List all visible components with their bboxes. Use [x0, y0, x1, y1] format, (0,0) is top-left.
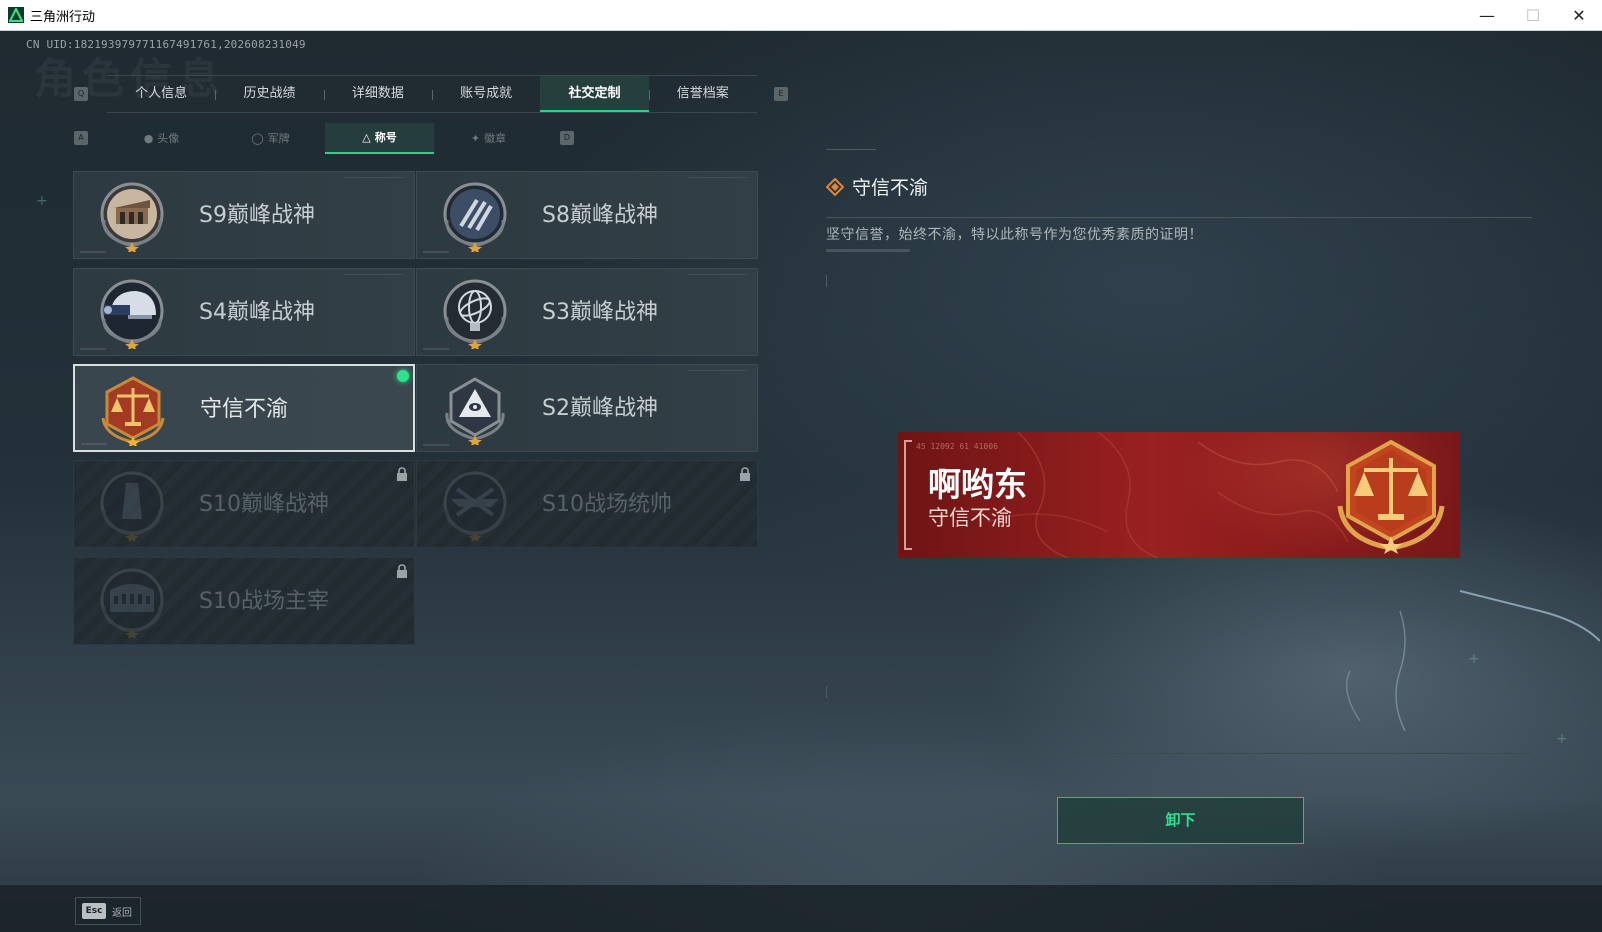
subtab-avatar[interactable]: ● 头像 — [107, 123, 216, 154]
minimize-button[interactable]: — — [1464, 0, 1510, 31]
arch-gate-emblem-icon — [100, 182, 164, 252]
tab-match-history[interactable]: 历史战绩 — [215, 76, 323, 112]
detail-title: 守信不渝 — [852, 177, 929, 199]
subtab-title[interactable]: △ 称号 — [325, 123, 434, 154]
namecard-serial: 45 12092 61 41006 — [916, 442, 998, 451]
window-title: 三角洲行动 — [30, 9, 96, 25]
lightning-decor — [1345, 590, 1600, 732]
title-label: S2巅峰战神 — [542, 396, 658, 421]
back-label: 返回 — [112, 907, 132, 919]
subtab-emblem[interactable]: ✦ 徽章 — [434, 123, 543, 154]
lock-icon — [397, 467, 407, 481]
title-label: S3巅峰战神 — [542, 300, 658, 325]
title-triangle-icon: △ — [362, 130, 371, 144]
dogtag-icon: ◯ — [251, 131, 264, 145]
night-vision-helmet-emblem-icon — [100, 279, 164, 349]
title-card-selected[interactable]: 守信不渝 — [73, 364, 415, 452]
divider — [826, 217, 1532, 218]
key-hint-e: E — [774, 87, 788, 101]
unequip-button[interactable]: 卸下 — [1057, 797, 1304, 844]
emblem-icon: ✦ — [470, 131, 481, 145]
main-tab-bar: 个人信息 历史战绩 详细数据 账号成就 社交定制 信誉档案 — [107, 75, 757, 113]
armillary-globe-emblem-icon — [443, 279, 507, 349]
justice-scales-emblem-icon — [1337, 439, 1445, 554]
title-card[interactable]: S2巅峰战神 — [416, 364, 758, 452]
equipped-indicator — [397, 370, 409, 382]
lock-icon — [740, 467, 750, 481]
title-card[interactable]: S9巅峰战神 — [73, 171, 415, 259]
tab-achievements[interactable]: 账号成就 — [431, 76, 540, 112]
title-card[interactable]: S8巅峰战神 — [416, 171, 758, 259]
tab-social-custom[interactable]: 社交定制 — [540, 76, 649, 112]
close-button[interactable]: ✕ — [1556, 0, 1602, 31]
title-label: S10战场统帅 — [542, 492, 672, 517]
uid-label: CN UID:18219397977116749176​1,2026082310… — [26, 38, 306, 51]
title-card[interactable]: S4巅峰战神 — [73, 268, 415, 356]
key-hint-a: A — [74, 131, 88, 145]
title-card-locked[interactable]: S10巅峰战神 — [73, 460, 415, 548]
tower-emblem-icon — [100, 471, 164, 541]
key-hint-d: D — [560, 131, 574, 145]
title-card-locked[interactable]: S10战场主宰 — [73, 557, 415, 645]
game-viewport: 角色信息 CN UID:18219397977116749176​1,20260… — [0, 31, 1602, 932]
diamond-marker-icon — [826, 177, 844, 196]
tab-detailed-stats[interactable]: 详细数据 — [323, 76, 432, 112]
title-label: S10战场主宰 — [199, 589, 329, 614]
player-name: 啊哟东 — [928, 465, 1027, 504]
detail-description: 坚守信誉，始终不渝，特以此称号作为您优秀素质的证明！ — [826, 227, 1203, 243]
title-label: S9巅峰战神 — [199, 203, 315, 228]
sub-tab-bar: ● 头像 ◯ 军牌 △ 称号 ✦ 徽章 — [107, 123, 543, 154]
key-hint-q: Q — [74, 87, 88, 101]
title-label: S8巅峰战神 — [542, 203, 658, 228]
app-logo-icon — [8, 7, 24, 23]
crosshair-decor-icon: + — [36, 193, 48, 209]
maximize-button[interactable]: ☐ — [1510, 0, 1556, 31]
aircraft-emblem-icon — [443, 471, 507, 541]
bottom-bar — [0, 885, 1602, 932]
colosseum-emblem-icon — [100, 568, 164, 638]
title-label: S10巅峰战神 — [199, 492, 329, 517]
tab-credit-record[interactable]: 信誉档案 — [648, 76, 757, 112]
window-titlebar: 三角洲行动 — ☐ ✕ — [0, 0, 1602, 31]
slash-stripes-emblem-icon — [443, 182, 507, 252]
justice-scales-emblem-icon — [101, 376, 165, 446]
lock-icon — [397, 564, 407, 578]
esc-key-icon: Esc — [82, 903, 106, 919]
namecard-preview: 45 12092 61 41006 啊哟东 守信不渝 — [898, 432, 1460, 558]
title-label: 守信不渝 — [200, 397, 289, 422]
pyramid-eye-emblem-icon — [445, 377, 505, 445]
namecard-title: 守信不渝 — [928, 506, 1012, 530]
back-button[interactable]: Esc 返回 — [75, 897, 141, 925]
subtab-dogtag[interactable]: ◯ 军牌 — [216, 123, 325, 154]
title-label: S4巅峰战神 — [199, 300, 315, 325]
tab-personal-info[interactable]: 个人信息 — [107, 76, 215, 112]
title-card[interactable]: S3巅峰战神 — [416, 268, 758, 356]
title-card-locked[interactable]: S10战场统帅 — [416, 460, 758, 548]
person-icon: ● — [143, 131, 154, 145]
detail-header: 守信不渝 — [826, 173, 928, 200]
